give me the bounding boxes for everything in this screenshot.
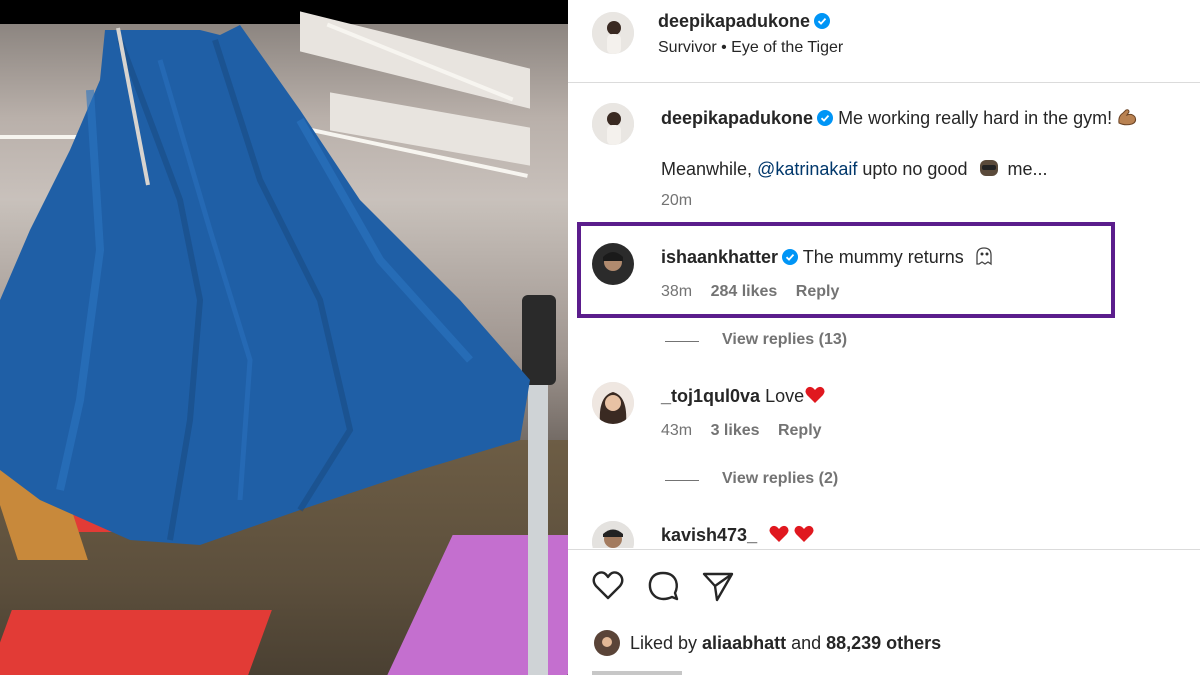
avatar-image <box>592 382 634 424</box>
post-author-avatar[interactable] <box>592 12 634 54</box>
caption-text: Me working really hard in the gym! <box>838 108 1113 128</box>
caption-line-1: deepikapadukone Me working really hard i… <box>661 107 1138 129</box>
replies-line <box>665 341 699 342</box>
liked-by-others[interactable]: 88,239 others <box>826 633 941 653</box>
comment-bubble-icon[interactable] <box>645 568 681 604</box>
replies-line <box>665 480 699 481</box>
flexed-biceps-icon <box>1118 109 1137 126</box>
post-author-row: deepikapadukone <box>658 11 831 32</box>
comment-text: Love <box>765 386 805 406</box>
red-heart-icon <box>769 525 789 542</box>
comment-clip: kavish473_ <box>568 515 1200 548</box>
reply-button[interactable]: Reply <box>778 422 822 439</box>
caption-time: 20m <box>661 192 693 209</box>
avatar-image <box>594 630 620 656</box>
verified-badge-icon <box>817 110 834 126</box>
caption-more-link[interactable]: me... <box>1002 159 1047 179</box>
liked-by-connector: and <box>786 633 827 653</box>
red-heart-icon <box>805 386 825 403</box>
heart-icon[interactable] <box>590 568 626 604</box>
truncated-timestamp <box>592 671 682 675</box>
liked-by-user[interactable]: aliaabhatt <box>702 633 786 653</box>
comment-likes[interactable]: 3 likes <box>711 422 760 439</box>
comment-meta: 43m 3 likes Reply <box>661 422 822 440</box>
comment-avatar[interactable] <box>592 382 634 424</box>
post-audio-label[interactable]: Survivor • Eye of the Tiger <box>658 39 843 57</box>
caption-line-2: Meanwhile, @katrinakaif upto no good me.… <box>661 158 1048 180</box>
liked-by-summary: Liked by aliaabhatt and 88,239 others <box>630 633 941 654</box>
verified-badge-icon <box>814 13 831 29</box>
media-blue-hammock <box>0 25 530 545</box>
caption-text-suffix: upto no good <box>857 159 968 179</box>
comment-row: _toj1qul0va Love <box>661 385 826 407</box>
view-replies-button[interactable]: View replies (2) <box>722 470 838 488</box>
paper-plane-icon[interactable] <box>700 568 736 604</box>
avatar-image <box>592 12 634 54</box>
see-no-evil-icon <box>980 160 999 176</box>
comment-time: 43m <box>661 422 693 439</box>
actions-divider <box>568 549 1200 550</box>
post-media[interactable] <box>0 0 568 675</box>
caption-author-avatar[interactable] <box>592 103 634 145</box>
red-heart-icon <box>794 525 814 542</box>
comment-highlight-box <box>577 222 1115 318</box>
post-sidebar: deepikapadukone Survivor • Eye of the Ti… <box>568 0 1200 675</box>
avatar-image <box>592 521 634 548</box>
liked-by-prefix: Liked by <box>630 633 703 653</box>
comment-row: kavish473_ <box>661 524 815 546</box>
avatar-image <box>592 103 634 145</box>
mention-link[interactable]: @katrinakaif <box>757 159 857 179</box>
view-replies-button[interactable]: View replies (13) <box>722 331 847 349</box>
caption-username[interactable]: deepikapadukone <box>661 108 813 128</box>
header-divider <box>568 82 1200 83</box>
liker-avatar[interactable] <box>594 630 620 656</box>
comment-avatar[interactable] <box>592 521 634 548</box>
comment-username[interactable]: _toj1qul0va <box>661 386 760 406</box>
post-author-username[interactable]: deepikapadukone <box>658 11 810 31</box>
comment-username[interactable]: kavish473_ <box>661 525 757 545</box>
caption-text-prefix: Meanwhile, <box>661 159 758 179</box>
